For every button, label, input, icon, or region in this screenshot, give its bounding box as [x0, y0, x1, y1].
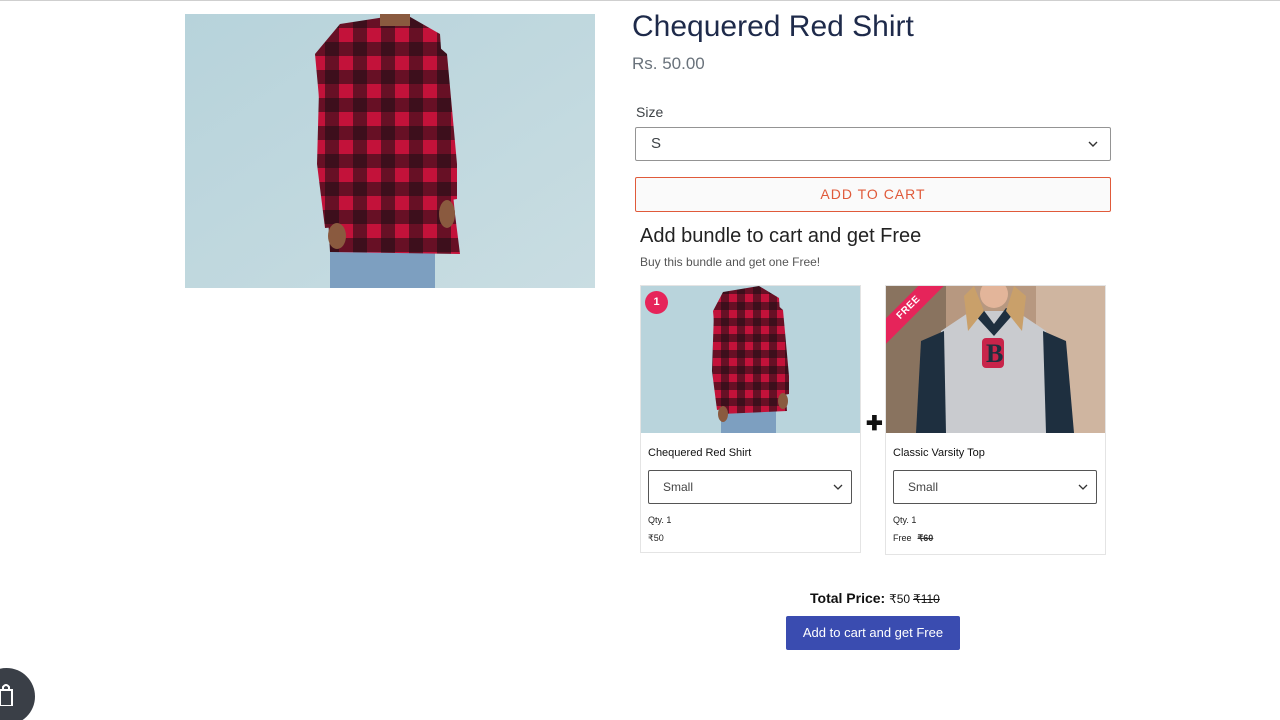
free-ribbon-label: FREE [886, 286, 946, 346]
bundle-item-size-select[interactable]: Small [893, 470, 1097, 504]
top-divider [0, 0, 1280, 1]
size-label: Size [636, 104, 664, 120]
bundle-item-card: B FREE Classic Varsity Top Small Qty. 1 … [885, 285, 1106, 555]
plus-icon: ✚ [866, 413, 883, 435]
svg-text:B: B [986, 339, 1003, 368]
product-price: Rs. 50.00 [632, 54, 705, 73]
chat-launcher[interactable] [0, 668, 35, 720]
bundle-item-size-select[interactable]: Small [648, 470, 852, 504]
bundle-subtitle: Buy this bundle and get one Free! [640, 255, 821, 269]
shopping-bag-icon [0, 684, 13, 706]
bundle-item-image[interactable]: B FREE [886, 286, 1105, 433]
bundle-item-name: Chequered Red Shirt [648, 447, 752, 459]
size-select[interactable]: S [635, 127, 1111, 161]
bundle-item-price: Free ₹60 [893, 533, 933, 544]
bundle-count-badge: 1 [645, 291, 668, 314]
bundle-total: Total Price: ₹50 ₹110 [810, 590, 940, 606]
bundle-item-card: Chequered Red Shirt Small Qty. 1 ₹50 [640, 285, 861, 553]
product-image[interactable] [185, 14, 595, 288]
bundle-item-price: ₹50 [648, 533, 664, 543]
add-to-cart-button[interactable]: ADD TO CART [635, 177, 1111, 212]
bundle-item-size-value: Small [663, 480, 694, 494]
free-ribbon: FREE [886, 286, 946, 346]
size-select-value: S [651, 135, 662, 152]
add-bundle-to-cart-button[interactable]: Add to cart and get Free [786, 616, 960, 650]
chevron-down-icon [1078, 484, 1088, 490]
total-price-value: ₹50 [889, 592, 911, 606]
product-title: Chequered Red Shirt [632, 10, 914, 43]
bundle-item-name: Classic Varsity Top [893, 447, 985, 459]
total-old-price: ₹110 [913, 592, 940, 606]
bundle-title: Add bundle to cart and get Free [640, 225, 922, 247]
chevron-down-icon [833, 484, 843, 490]
bundle-item-free-label: Free [893, 533, 912, 543]
total-price-label: Total Price: [810, 590, 886, 606]
bundle-item-size-value: Small [908, 480, 939, 494]
bundle-item-qty: Qty. 1 [893, 515, 917, 525]
chevron-down-icon [1088, 141, 1098, 147]
bundle-item-old-price: ₹60 [917, 533, 934, 543]
bundle-item-qty: Qty. 1 [648, 515, 672, 525]
bundle-item-image[interactable] [641, 286, 860, 433]
